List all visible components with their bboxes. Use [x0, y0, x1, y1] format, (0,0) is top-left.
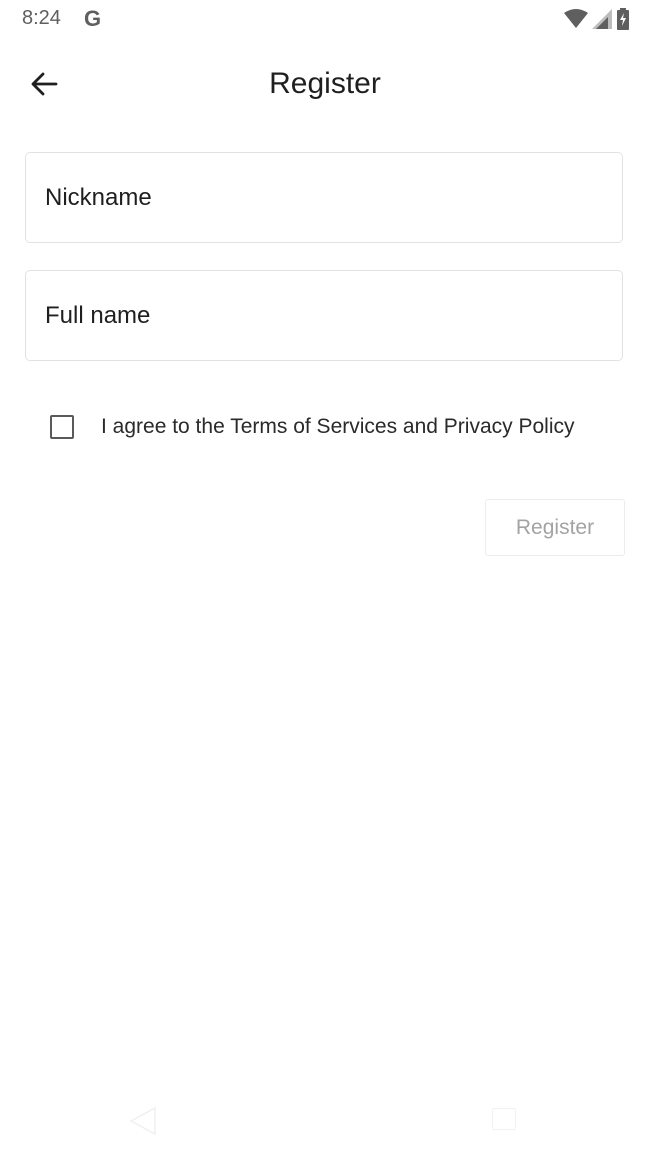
nickname-input[interactable]: [26, 153, 622, 242]
recents-square-icon[interactable]: [492, 1108, 516, 1130]
page-title: Register: [269, 67, 381, 100]
status-icons: [564, 8, 630, 30]
status-time: 8:24: [22, 7, 61, 29]
google-notification-icon: G: [84, 6, 102, 31]
system-navigation-bar: [0, 1096, 650, 1156]
wifi-icon: [564, 9, 588, 29]
back-triangle-icon[interactable]: [128, 1106, 158, 1136]
register-button[interactable]: Register: [485, 499, 625, 556]
nickname-field[interactable]: [25, 152, 623, 243]
app-bar: Register: [0, 40, 650, 126]
status-bar: 8:24 G: [0, 0, 650, 40]
terms-agreement-row: I agree to the Terms of Services and Pri…: [48, 410, 574, 444]
cellular-signal-icon: [592, 9, 612, 29]
full-name-input[interactable]: [26, 271, 622, 360]
terms-agreement-label[interactable]: I agree to the Terms of Services and Pri…: [101, 415, 574, 439]
terms-checkbox[interactable]: [50, 415, 74, 439]
full-name-field[interactable]: [25, 270, 623, 361]
battery-charging-icon: [616, 8, 630, 30]
